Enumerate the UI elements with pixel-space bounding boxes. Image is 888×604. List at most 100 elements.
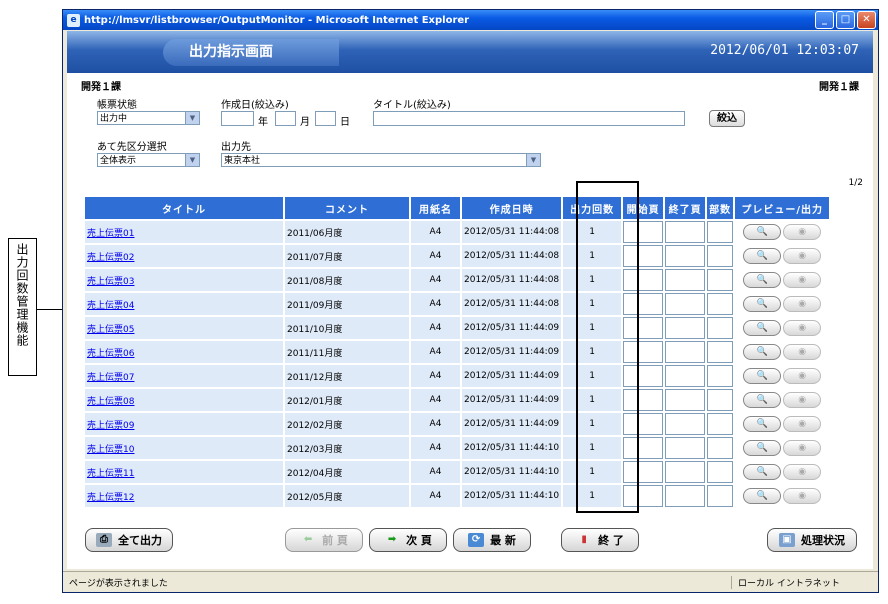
preview-magnifier-icon[interactable]: 🔍 [743, 464, 782, 480]
col-paper[interactable]: 用紙名 [411, 197, 460, 219]
dest-select[interactable]: 東京本社 ▼ [221, 153, 541, 167]
table-row: 売上伝票03 2011/08月度 A4 2012/05/31 11:44:08 1 🔍 ◉ [85, 269, 830, 291]
print-disc-icon[interactable]: ◉ [783, 272, 822, 288]
copies-input[interactable] [707, 461, 734, 483]
year-input[interactable] [221, 111, 254, 126]
print-disc-icon[interactable]: ◉ [783, 344, 822, 360]
title-link[interactable]: 売上伝票02 [87, 253, 134, 263]
preview-magnifier-icon[interactable]: 🔍 [743, 488, 782, 504]
copies-input[interactable] [707, 485, 734, 507]
preview-magnifier-icon[interactable]: 🔍 [743, 272, 782, 288]
copies-input[interactable] [707, 245, 734, 267]
col-title[interactable]: タイトル [85, 197, 283, 219]
prev-page-button[interactable]: ⬅ 前 頁 [285, 528, 363, 552]
title-link[interactable]: 売上伝票05 [87, 325, 134, 335]
filter-button[interactable]: 絞込 [709, 110, 745, 127]
row-title-cell: 売上伝票04 [85, 293, 283, 315]
copies-input[interactable] [707, 365, 734, 387]
row-comment: 2011/08月度 [285, 269, 409, 291]
end-page-input[interactable] [665, 221, 706, 243]
close-button[interactable]: ✕ [857, 11, 876, 29]
row-paper: A4 [411, 485, 460, 507]
print-disc-icon[interactable]: ◉ [783, 248, 822, 264]
date-label: 作成日(絞込み) [221, 100, 289, 111]
title-link[interactable]: 売上伝票01 [87, 229, 134, 239]
copies-input[interactable] [707, 269, 734, 291]
maximize-button[interactable]: □ [836, 11, 855, 29]
title-link[interactable]: 売上伝票09 [87, 421, 134, 431]
print-disc-icon[interactable]: ◉ [783, 368, 822, 384]
print-disc-icon[interactable]: ◉ [783, 464, 822, 480]
day-input[interactable] [315, 111, 336, 126]
row-created: 2012/05/31 11:44:08 [462, 293, 562, 315]
preview-magnifier-icon[interactable]: 🔍 [743, 344, 782, 360]
copies-input[interactable] [707, 341, 734, 363]
output-all-button[interactable]: ⎙ 全て出力 [85, 528, 173, 552]
output-table: タイトル コメント 用紙名 作成日時 出力回数 開始頁 終了頁 部数 プレビュー… [83, 195, 831, 509]
dept-left: 開発１課 [81, 82, 121, 93]
month-input[interactable] [275, 111, 296, 126]
title-link[interactable]: 売上伝票12 [87, 493, 134, 503]
print-disc-icon[interactable]: ◉ [783, 224, 822, 240]
end-page-input[interactable] [665, 389, 706, 411]
minimize-button[interactable]: _ [815, 11, 834, 29]
copies-input[interactable] [707, 437, 734, 459]
processing-status-button[interactable]: ▣ 処理状況 [767, 528, 857, 552]
end-page-input[interactable] [665, 413, 706, 435]
copies-input[interactable] [707, 389, 734, 411]
title-link[interactable]: 売上伝票03 [87, 277, 134, 287]
title-filter-input[interactable] [373, 111, 685, 126]
print-disc-icon[interactable]: ◉ [783, 440, 822, 456]
month-label: 月 [300, 117, 310, 128]
row-paper: A4 [411, 293, 460, 315]
col-comment[interactable]: コメント [285, 197, 409, 219]
preview-magnifier-icon[interactable]: 🔍 [743, 248, 782, 264]
row-title-cell: 売上伝票02 [85, 245, 283, 267]
title-link[interactable]: 売上伝票10 [87, 445, 134, 455]
end-page-input[interactable] [665, 317, 706, 339]
print-disc-icon[interactable]: ◉ [783, 488, 822, 504]
next-page-button[interactable]: ➡ 次 頁 [369, 528, 447, 552]
print-disc-icon[interactable]: ◉ [783, 392, 822, 408]
processing-status-label: 処理状況 [801, 534, 845, 547]
preview-magnifier-icon[interactable]: 🔍 [743, 440, 782, 456]
row-title-cell: 売上伝票11 [85, 461, 283, 483]
end-page-input[interactable] [665, 245, 706, 267]
preview-magnifier-icon[interactable]: 🔍 [743, 416, 782, 432]
end-page-input[interactable] [665, 365, 706, 387]
dest-select-value: 東京本社 [224, 156, 261, 166]
title-link[interactable]: 売上伝票11 [87, 469, 134, 479]
preview-magnifier-icon[interactable]: 🔍 [743, 224, 782, 240]
row-paper: A4 [411, 389, 460, 411]
dest-class-select[interactable]: 全体表示 ▼ [97, 153, 200, 167]
preview-magnifier-icon[interactable]: 🔍 [743, 296, 782, 312]
status-select[interactable]: 出力中 ▼ [97, 111, 200, 125]
print-disc-icon[interactable]: ◉ [783, 320, 822, 336]
exit-button[interactable]: ▮ 終 了 [561, 528, 639, 552]
copies-input[interactable] [707, 317, 734, 339]
copies-input[interactable] [707, 293, 734, 315]
end-page-input[interactable] [665, 485, 706, 507]
row-actions: 🔍 ◉ [735, 389, 830, 411]
preview-magnifier-icon[interactable]: 🔍 [743, 320, 782, 336]
end-page-input[interactable] [665, 293, 706, 315]
row-created: 2012/05/31 11:44:08 [462, 221, 562, 243]
row-paper: A4 [411, 317, 460, 339]
title-link[interactable]: 売上伝票04 [87, 301, 134, 311]
preview-magnifier-icon[interactable]: 🔍 [743, 368, 782, 384]
col-created[interactable]: 作成日時 [462, 197, 562, 219]
copies-input[interactable] [707, 221, 734, 243]
end-page-input[interactable] [665, 461, 706, 483]
end-page-input[interactable] [665, 437, 706, 459]
preview-magnifier-icon[interactable]: 🔍 [743, 392, 782, 408]
end-page-input[interactable] [665, 269, 706, 291]
title-link[interactable]: 売上伝票08 [87, 397, 134, 407]
print-disc-icon[interactable]: ◉ [783, 296, 822, 312]
title-link[interactable]: 売上伝票07 [87, 373, 134, 383]
copies-input[interactable] [707, 413, 734, 435]
row-title-cell: 売上伝票03 [85, 269, 283, 291]
refresh-button[interactable]: ⟳ 最 新 [453, 528, 531, 552]
title-link[interactable]: 売上伝票06 [87, 349, 134, 359]
end-page-input[interactable] [665, 341, 706, 363]
print-disc-icon[interactable]: ◉ [783, 416, 822, 432]
